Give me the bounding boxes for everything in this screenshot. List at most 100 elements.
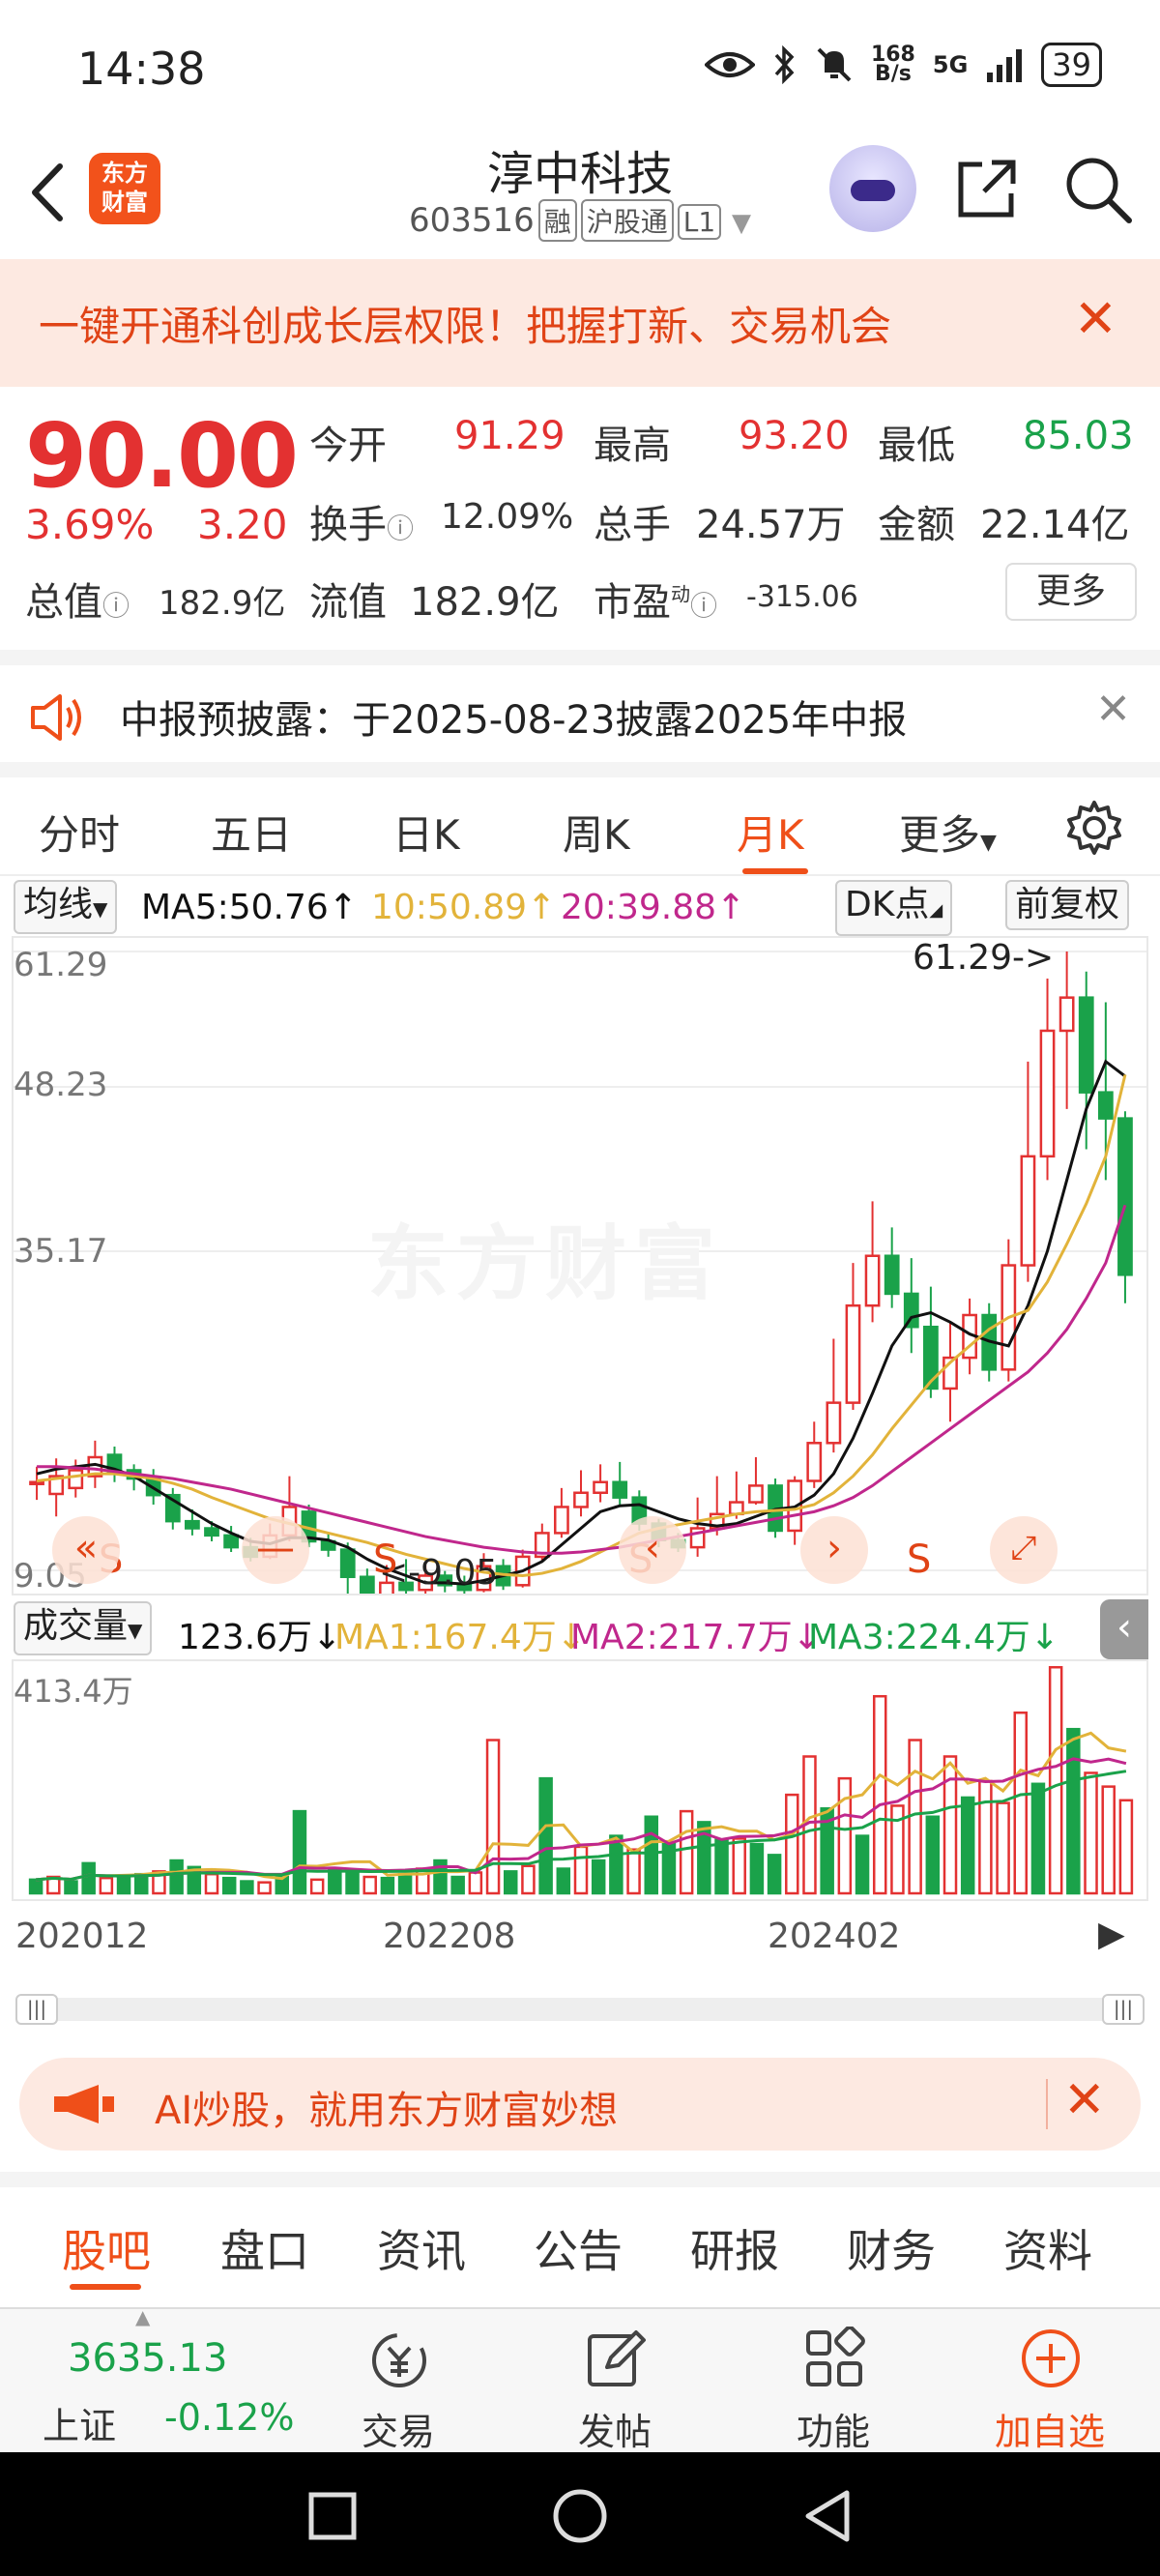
collapse-panel-icon[interactable]: ‹ [1100,1599,1148,1659]
volume-bar [732,1837,746,1895]
add-watchlist-button[interactable]: 加自选 [953,2309,1146,2454]
back-triangle-icon[interactable] [800,2487,855,2545]
index-value: 3635.13 [68,2336,228,2381]
volume-bar [1084,1771,1098,1895]
volume-bar [1066,1727,1081,1895]
range-handle-left[interactable]: ||| [15,1994,58,2025]
indicator-select[interactable]: 均线▼ [14,880,118,934]
tab-intraday[interactable]: 分时 [39,803,120,862]
vol-ma1-readout: MA1:167.4万↓ [334,1618,586,1657]
info-icon[interactable]: ⓘ [102,590,130,622]
fullscreen-icon[interactable]: ⤢ [990,1516,1058,1584]
vol-ma3-value: MA3:224.4万 [808,1618,1030,1657]
volume-bar [28,1878,44,1895]
function-button[interactable]: 功能 [737,2309,930,2454]
trade-button[interactable]: 交易 [302,2309,495,2454]
tab-orderbook[interactable]: 盘口 [220,2216,309,2280]
ai-banner[interactable]: AI炒股，就用东方财富妙想 ✕ [19,2058,1141,2151]
chart-range-scrollbar[interactable]: ||| ||| [15,1994,1145,2025]
post-button[interactable]: 发帖 [518,2309,711,2454]
kline-chart[interactable]: 61.29 48.23 35.17 9.05 东方财富 61.29-> <-9.… [12,936,1148,1612]
max-label: 61.29-> [913,938,1055,978]
trade-icon [372,2333,426,2387]
scroll-right-icon[interactable]: › [800,1516,868,1584]
turnover-value: 12.09% [441,497,574,537]
scroll-left-icon[interactable]: ‹ [619,1516,686,1584]
volume-indicator-select[interactable]: 成交量▼ [14,1601,153,1655]
content-tabs: 股吧 盘口 资讯 公告 研报 财务 资料 [0,2172,1160,2290]
ai-robot-icon[interactable] [829,145,916,232]
candle [903,1258,919,1354]
promo-banner[interactable]: 一键开通科创成长层权限！把握打新、交易机会 ✕ [0,259,1160,387]
close-icon[interactable]: ✕ [1095,685,1131,734]
vol-ma2-readout: MA2:217.7万↓ [570,1618,822,1657]
share-icon[interactable] [953,155,1021,222]
adjust-button[interactable]: 前复权 [1005,880,1130,930]
search-icon[interactable] [1063,155,1133,224]
candle-body [864,1254,881,1307]
pe-label: 市盈动ⓘ [594,571,717,627]
zoom-out-icon[interactable]: — [242,1516,309,1584]
tab-weekly-k[interactable]: 周K [563,803,630,862]
edit-icon [588,2330,646,2386]
candle-body [826,1401,842,1445]
tab-daily-k[interactable]: 日K [392,803,460,862]
speaker-icon [31,694,81,741]
volume-bar [538,1776,553,1895]
candle-body [1020,1155,1036,1267]
candle-body [223,1534,239,1549]
candle [748,1457,764,1506]
close-icon[interactable]: ✕ [1063,2071,1106,2129]
active-tab-indicator [70,2284,141,2290]
open-label: 今开 [309,424,387,468]
status-time: 14:38 [77,43,206,95]
tab-research[interactable]: 研报 [690,2216,779,2280]
margin-tag: 融 [537,199,577,242]
grid-apps-icon [806,2327,865,2386]
watermark: 东方财富 [367,1216,724,1311]
high-label: 最高 [594,424,671,468]
tab-announcements[interactable]: 公告 [534,2216,623,2280]
tab-guba[interactable]: 股吧 [62,2216,151,2280]
candle [942,1322,958,1422]
volume-bar [204,1872,219,1895]
range-handle-right[interactable]: ||| [1102,1994,1145,2025]
gear-icon[interactable] [1065,799,1123,857]
candle-body [748,1484,764,1504]
dropdown-triangle-icon[interactable]: ▼ [732,209,751,238]
scroll-left-fast-icon[interactable]: « [52,1516,120,1584]
volume-bar [362,1875,377,1895]
notice-text: 中报预披露：于2025-08-23披露2025年中报 [120,698,908,743]
tab-finance[interactable]: 财务 [847,2216,936,2280]
candle-body [573,1491,589,1508]
low-label: 最低 [878,424,955,468]
tab-profile[interactable]: 资料 [1003,2216,1092,2280]
recent-apps-icon[interactable] [307,2491,358,2541]
bottom-toolbar: ▲ 3635.13 上证 -0.12% 交易 发帖 功能 加自选 [0,2305,1160,2454]
volume-bar [785,1793,799,1895]
info-icon[interactable]: ⓘ [690,590,717,622]
tab-more[interactable]: 更多▼ [899,803,997,862]
volume-chart[interactable]: 413.4万 [12,1659,1148,1901]
eye-icon [704,52,755,77]
tab-news[interactable]: 资讯 [377,2216,466,2280]
candle [554,1487,569,1538]
volume-bar [99,1876,114,1895]
function-label: 功能 [796,2411,870,2453]
close-icon[interactable]: ✕ [1074,288,1117,349]
corner-triangle-icon: ◢ [929,900,943,921]
candle [1000,1239,1017,1382]
tab-monthly-k[interactable]: 月K [737,803,804,862]
volume-bar [1013,1711,1029,1895]
more-button[interactable]: 更多 [1005,563,1137,621]
index-ticker[interactable]: ▲ 3635.13 上证 -0.12% [0,2305,319,2454]
tab-five-day[interactable]: 五日 [211,803,292,862]
info-icon[interactable]: ⓘ [387,512,414,544]
candle-body [1117,1117,1133,1276]
home-icon[interactable] [551,2487,609,2545]
notice-bar[interactable]: 中报预披露：于2025-08-23披露2025年中报 ✕ [0,650,1160,762]
volume-bar [573,1845,589,1895]
play-right-icon[interactable]: ▶ [1098,1915,1125,1954]
candle-body [923,1325,939,1390]
dk-point-button[interactable]: DK点◢ [835,880,953,936]
